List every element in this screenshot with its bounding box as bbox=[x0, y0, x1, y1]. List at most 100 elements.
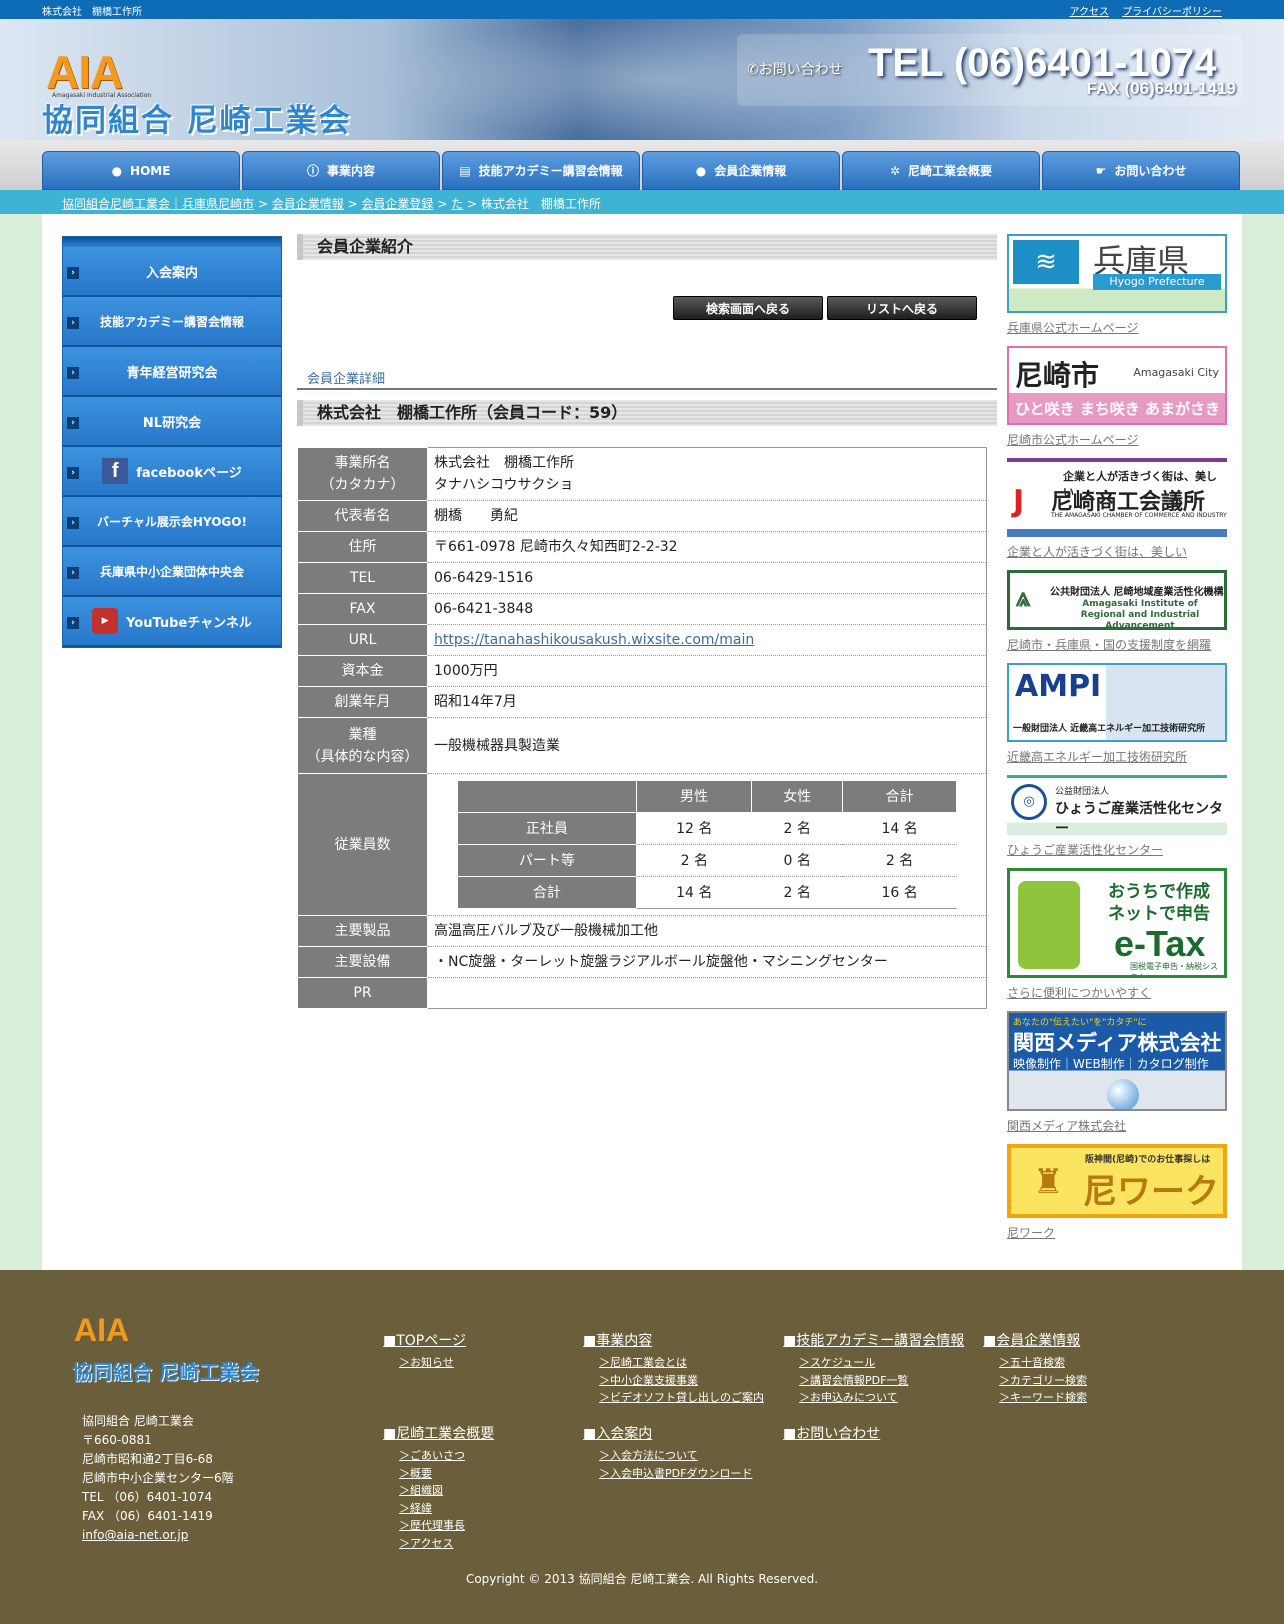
footer-link[interactable]: ＞歴代理事長 bbox=[399, 1517, 494, 1535]
nav-home[interactable]: ● HOME bbox=[42, 151, 240, 190]
banner-sub: Amagasaki City bbox=[1133, 366, 1219, 379]
banner-airia[interactable]: ⩓ 公共財団法人 尼崎地域産業活性化機構 Amagasaki Institute… bbox=[1007, 570, 1227, 630]
detail-heading: 会員企業詳細 bbox=[307, 372, 386, 387]
info-icon: ⓘ bbox=[306, 164, 319, 178]
cell: 2 名 bbox=[842, 844, 957, 877]
footer-link[interactable]: ＞ビデオソフト貸し出しのご案内 bbox=[599, 1389, 764, 1407]
breadcrumb-members[interactable]: 会員企業情報 bbox=[272, 197, 344, 211]
footer-link[interactable]: ＞尼崎工業会とは bbox=[599, 1354, 764, 1372]
row-value: 1000万円 bbox=[427, 655, 987, 687]
banner-caption[interactable]: 尼崎市公式ホームページ bbox=[1007, 431, 1227, 448]
company-info-table: 事業所名 （カタカナ） 株式会社 棚橋工作所 タナハシコウサクショ 代表者名 棚橋 … bbox=[297, 447, 987, 1009]
footer-col-title[interactable]: ■お問い合わせ bbox=[783, 1423, 880, 1443]
banner-caption[interactable]: 尼崎市・兵庫県・国の支援制度を網羅 bbox=[1007, 636, 1227, 653]
footer-col-overview: ■尼崎工業会概要 ＞ごあいさつ ＞概要 ＞組織図 ＞経緯 ＞歴代理事長 ＞アクセ… bbox=[383, 1423, 494, 1552]
logo-name[interactable]: 協同組合 尼崎工業会 bbox=[42, 95, 352, 140]
divider bbox=[297, 388, 997, 390]
sidebar-item-youth[interactable]: › 青年経営研究会 bbox=[63, 347, 281, 397]
breadcrumb-current: 株式会社 棚橋工作所 bbox=[480, 197, 601, 211]
nav-contact[interactable]: ☛ お問い合わせ bbox=[1042, 151, 1240, 190]
footer-link[interactable]: ＞中小企業支援事業 bbox=[599, 1372, 764, 1390]
phone-icon: ✆ bbox=[747, 62, 759, 78]
banner-caption[interactable]: さらに便利につかいやすく bbox=[1007, 984, 1227, 1001]
logo[interactable]: AIA bbox=[46, 45, 123, 99]
footer-link[interactable]: ＞経緯 bbox=[399, 1500, 494, 1518]
footer-link[interactable]: ＞講習会情報PDF一覧 bbox=[799, 1372, 964, 1390]
cell: 16 名 bbox=[842, 876, 957, 909]
row-label: URL bbox=[297, 624, 428, 656]
table-row: 代表者名 棚橋 勇紀 bbox=[297, 500, 987, 532]
breadcrumb-register[interactable]: 会員企業登録 bbox=[361, 197, 433, 211]
privacy-link[interactable]: プライバシーポリシー bbox=[1122, 7, 1222, 18]
sidebar-item-nl[interactable]: › NL研究会 bbox=[63, 397, 281, 447]
banner-kansai-media[interactable]: あなたの"伝えたい"を"カタチ"に 関西メディア株式会社 映像制作｜WEB制作｜… bbox=[1007, 1011, 1227, 1111]
banner-caption[interactable]: 尼ワーク bbox=[1007, 1224, 1227, 1241]
footer-link[interactable]: ＞スケジュール bbox=[799, 1354, 964, 1372]
table-row: 住所 〒661-0978 尼崎市久々知西町2-2-32 bbox=[297, 531, 987, 563]
banner-title: 尼ワーク bbox=[1083, 1172, 1219, 1212]
footer-col-top: ■TOPページ ＞お知らせ bbox=[383, 1330, 466, 1372]
airia-logo-icon: ⩓ bbox=[1016, 583, 1031, 613]
nav-business[interactable]: ⓘ 事業内容 bbox=[242, 151, 440, 190]
table-row: 主要設備 ・NC旋盤・ターレット旋盤ラジアルボール旋盤他・マシニングセンター bbox=[297, 946, 987, 978]
footer-link[interactable]: ＞お申込みについて bbox=[799, 1389, 964, 1407]
back-to-list-button[interactable]: リストへ戻る bbox=[827, 296, 977, 320]
footer-col-title[interactable]: ■事業内容 bbox=[583, 1330, 764, 1350]
footer-link[interactable]: ＞概要 bbox=[399, 1465, 494, 1483]
nav-members[interactable]: ● 会員企業情報 bbox=[642, 151, 840, 190]
sidebar-item-federation[interactable]: › 兵庫県中小企業団体中央会 bbox=[63, 547, 281, 597]
company-url-link[interactable]: https://tanahashikousakush.wixsite.com/m… bbox=[434, 632, 754, 648]
nav-overview[interactable]: ✲ 尼崎工業会概要 bbox=[842, 151, 1040, 190]
footer-logo[interactable]: AIA bbox=[74, 1312, 129, 1349]
breadcrumb-home[interactable]: 協同組合尼崎工業会｜兵庫県尼崎市 bbox=[62, 197, 254, 211]
banner-hyogo-center[interactable]: ◎ 公益財団法人 ひょうご産業活性化センター bbox=[1007, 775, 1227, 835]
footer-link[interactable]: ＞カテゴリー検索 bbox=[999, 1372, 1087, 1390]
footer-col-title[interactable]: ■尼崎工業会概要 bbox=[383, 1423, 494, 1443]
banner-hyogo[interactable]: ≋ 兵庫県 Hyogo Prefecture bbox=[1007, 234, 1227, 313]
row-label: 代表者名 bbox=[297, 500, 428, 532]
banner-amagasaki[interactable]: 尼崎市 Amagasaki City ひと咲き まち咲き あまがさき bbox=[1007, 346, 1227, 425]
banner-caption[interactable]: 関西メディア株式会社 bbox=[1007, 1117, 1227, 1134]
banner-ampi[interactable]: AMPI 一般財団法人 近畿高エネルギー加工技術研究所 bbox=[1007, 663, 1227, 742]
sidebar-item-facebook[interactable]: › f facebookページ bbox=[63, 447, 281, 497]
row-value: 〒661-0978 尼崎市久々知西町2-2-32 bbox=[427, 531, 987, 563]
banner-ama-work[interactable]: 阪神間(尼崎)でのお仕事探しは ♜ 尼ワーク bbox=[1007, 1144, 1227, 1218]
footer-col-title[interactable]: ■技能アカデミー講習会情報 bbox=[783, 1330, 964, 1350]
row-label: 事業所名 （カタカナ） bbox=[297, 447, 428, 501]
footer-logo-name[interactable]: 協同組合 尼崎工業会 bbox=[72, 1356, 259, 1385]
row-value: 株式会社 棚橋工作所 タナハシコウサクショ bbox=[427, 447, 987, 501]
footer-col-title[interactable]: ■入会案内 bbox=[583, 1423, 752, 1443]
sidebar-item-join[interactable]: › 入会案内 bbox=[63, 247, 281, 297]
banner-caption[interactable]: 近畿高エネルギー加工技術研究所 bbox=[1007, 748, 1227, 765]
row-label: 従業員数 bbox=[297, 773, 428, 916]
banner-chamber[interactable]: 企業と人が活きづく街は、美しい 尼崎商工会議所 J THE AMAGASAKI … bbox=[1007, 458, 1227, 537]
banner-etax[interactable]: おうちで作成 ネットで申告 e-Tax 国税電子申告・納税システム bbox=[1007, 868, 1227, 978]
nav-academy[interactable]: ▤ 技能アカデミー講習会情報 bbox=[442, 151, 640, 190]
back-to-search-button[interactable]: 検索画面へ戻る bbox=[673, 296, 823, 320]
footer-email-link[interactable]: info@aia-net.or.jp bbox=[82, 1528, 188, 1542]
breadcrumb-sep: > bbox=[433, 197, 452, 211]
etax-character-icon bbox=[1018, 881, 1080, 969]
footer-link[interactable]: ＞組織図 bbox=[399, 1482, 494, 1500]
footer-col-title[interactable]: ■TOPページ bbox=[383, 1330, 466, 1350]
sidebar-item-virtual[interactable]: › バーチャル展示会HYOGO! bbox=[63, 497, 281, 547]
banner-caption[interactable]: ひょうご産業活性化センター bbox=[1007, 841, 1227, 858]
footer-link[interactable]: ＞五十音検索 bbox=[999, 1354, 1087, 1372]
banner-title: AMPI bbox=[1015, 669, 1102, 704]
access-link[interactable]: アクセス bbox=[1070, 7, 1110, 18]
sidebar-item-academy[interactable]: › 技能アカデミー講習会情報 bbox=[63, 297, 281, 347]
banner-caption[interactable]: 兵庫県公式ホームページ bbox=[1007, 319, 1227, 336]
contact-label[interactable]: ✆お問い合わせ bbox=[747, 59, 843, 79]
footer-link[interactable]: ＞入会方法について bbox=[599, 1447, 752, 1465]
breadcrumb-ta[interactable]: た bbox=[451, 197, 463, 211]
footer-link[interactable]: ＞キーワード検索 bbox=[999, 1389, 1087, 1407]
footer-link[interactable]: ＞入会申込書PDFダウンロード bbox=[599, 1465, 752, 1483]
banner-caption[interactable]: 企業と人が活きづく街は、美しい bbox=[1007, 543, 1227, 560]
table-row: FAX 06-6421-3848 bbox=[297, 593, 987, 625]
footer-link[interactable]: ＞アクセス bbox=[399, 1535, 494, 1553]
footer-link[interactable]: ＞ごあいさつ bbox=[399, 1447, 494, 1465]
sidebar-item-youtube[interactable]: › ▶ YouTubeチャンネル bbox=[63, 597, 281, 647]
footer-col-title[interactable]: ■会員企業情報 bbox=[983, 1330, 1087, 1350]
footer-link[interactable]: ＞お知らせ bbox=[399, 1354, 466, 1372]
breadcrumb: 協同組合尼崎工業会｜兵庫県尼崎市 > 会員企業情報 > 会員企業登録 > た >… bbox=[0, 190, 1284, 214]
